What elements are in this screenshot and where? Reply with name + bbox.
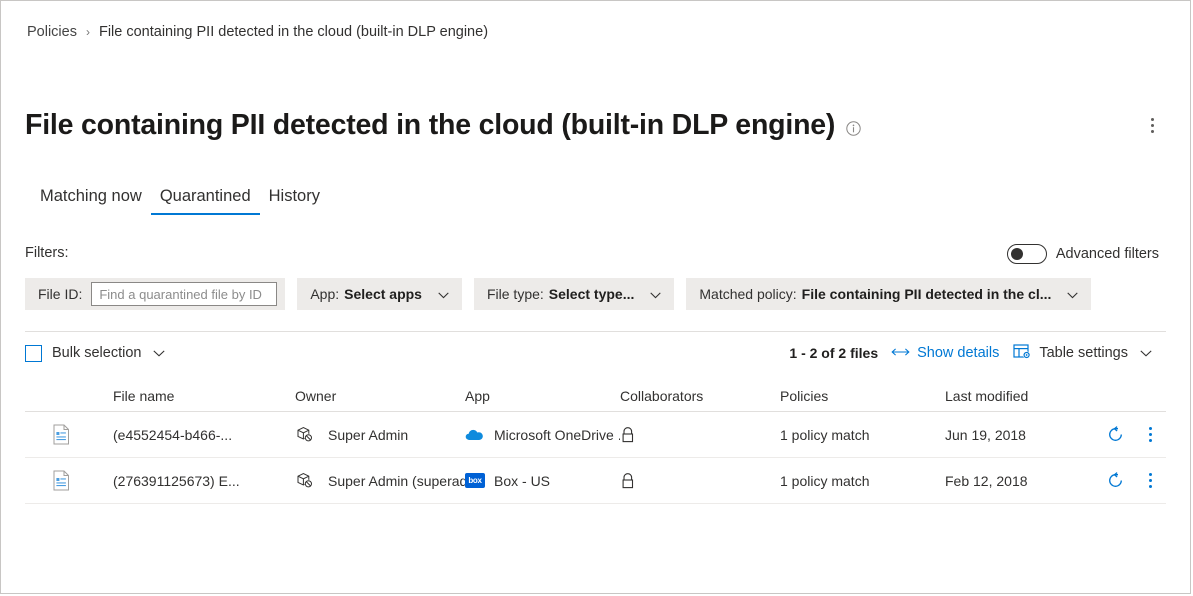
advanced-filters-toggle[interactable] [1007, 244, 1047, 264]
lock-icon [620, 426, 636, 444]
onedrive-cloud-icon [465, 425, 485, 445]
restore-icon[interactable] [1105, 425, 1125, 445]
table-toolbar: Bulk selection 1 - 2 of 2 files Show det… [25, 331, 1166, 374]
column-header-file-name: File name [91, 388, 295, 404]
toggle-knob [1011, 248, 1023, 260]
advanced-filters-control: Advanced filters [1007, 244, 1159, 264]
toolbar-right-group: 1 - 2 of 2 files Show details [789, 343, 1166, 364]
cell-policies: 1 policy match [780, 427, 945, 443]
owner-text: Super Admin [328, 427, 408, 443]
quarantined-files-page: Policies › File containing PII detected … [0, 0, 1191, 594]
file-type-filter-value: Select type... [549, 286, 635, 302]
filters-label: Filters: [25, 245, 69, 261]
cell-app: Microsoft OneDrive ... [465, 425, 620, 445]
filter-file-id: File ID: [25, 278, 285, 310]
cell-last-modified: Feb 12, 2018 [945, 473, 1105, 489]
tab-matching-now[interactable]: Matching now [31, 187, 151, 215]
lock-icon [620, 472, 636, 490]
file-name-text[interactable]: (276391125673) E... [113, 473, 240, 489]
column-header-policies: Policies [780, 388, 945, 404]
chevron-down-icon [438, 286, 449, 302]
cell-file-name: (276391125673) E... [91, 473, 295, 489]
cell-actions [1105, 471, 1173, 491]
matched-policy-filter-label: Matched policy: [699, 286, 796, 302]
bulk-selection-control[interactable]: Bulk selection [25, 344, 165, 362]
box-logo-mark: box [465, 473, 485, 488]
page-overflow-menu-icon[interactable] [1140, 114, 1164, 138]
column-header-last-modified: Last modified [945, 388, 1105, 404]
page-title: File containing PII detected in the clou… [25, 109, 835, 142]
cell-file-name: (e4552454-b466-... [91, 427, 295, 443]
file-type-filter-label: File type: [487, 286, 544, 302]
cell-last-modified: Jun 19, 2018 [945, 427, 1105, 443]
table-header-row: File name Owner App Collaborators Polici… [25, 380, 1166, 412]
breadcrumb-separator-icon: › [86, 26, 90, 38]
app-text: Microsoft OneDrive ... [494, 427, 620, 443]
quarantined-files-table: File name Owner App Collaborators Polici… [25, 380, 1166, 504]
column-header-collaborators: Collaborators [620, 388, 780, 404]
table-row[interactable]: (276391125673) E... Super Admin (superad… [25, 458, 1166, 504]
cell-collaborators [620, 426, 780, 444]
document-icon [25, 424, 91, 445]
breadcrumb-policies-link[interactable]: Policies [27, 24, 77, 40]
bulk-selection-label: Bulk selection [52, 345, 141, 361]
tab-history[interactable]: History [260, 187, 329, 215]
table-row[interactable]: (e4552454-b466-... Super Admin [25, 412, 1166, 458]
page-header: File containing PII detected in the clou… [25, 109, 1166, 142]
column-header-app: App [465, 388, 620, 404]
matched-policy-filter-value: File containing PII detected in the cl..… [802, 286, 1052, 302]
filter-bar: File ID: App: Select apps File type: Sel… [25, 278, 1091, 310]
file-count: 1 - 2 of 2 files [789, 345, 878, 361]
box-logo-icon: box [465, 471, 485, 491]
document-icon [25, 470, 91, 491]
bulk-selection-checkbox[interactable] [25, 345, 42, 362]
filter-matched-policy-dropdown[interactable]: Matched policy: File containing PII dete… [686, 278, 1091, 310]
table-gear-icon [1013, 343, 1032, 364]
column-header-owner: Owner [295, 388, 465, 404]
blocked-box-icon [295, 425, 314, 444]
show-details-label: Show details [917, 345, 999, 361]
filter-file-type-dropdown[interactable]: File type: Select type... [474, 278, 674, 310]
cell-collaborators [620, 472, 780, 490]
breadcrumb-current: File containing PII detected in the clou… [99, 24, 488, 40]
advanced-filters-label: Advanced filters [1056, 246, 1159, 262]
restore-icon[interactable] [1105, 471, 1125, 491]
info-circle-icon[interactable] [846, 121, 861, 136]
file-id-input[interactable] [91, 282, 277, 306]
chevron-down-icon [650, 286, 661, 302]
show-details-button[interactable]: Show details [891, 345, 999, 361]
owner-text: Super Admin (superadmi... [328, 473, 465, 489]
expand-horizontal-icon [891, 345, 910, 361]
chevron-down-icon [1140, 345, 1152, 361]
cell-owner: Super Admin (superadmi... [295, 471, 465, 490]
row-overflow-menu-icon[interactable] [1141, 471, 1159, 491]
app-filter-value: Select apps [344, 286, 422, 302]
chevron-down-icon [1067, 286, 1078, 302]
cell-actions [1105, 425, 1173, 445]
app-filter-label: App: [310, 286, 339, 302]
file-id-label: File ID: [38, 286, 82, 302]
app-text: Box - US [494, 473, 550, 489]
table-settings-button[interactable]: Table settings [1013, 343, 1152, 364]
file-name-text[interactable]: (e4552454-b466-... [113, 427, 232, 443]
chevron-down-icon[interactable] [153, 344, 165, 362]
cell-owner: Super Admin [295, 425, 465, 444]
row-overflow-menu-icon[interactable] [1141, 425, 1159, 445]
cell-policies: 1 policy match [780, 473, 945, 489]
tab-quarantined[interactable]: Quarantined [151, 187, 260, 215]
cell-app: box Box - US [465, 471, 620, 491]
breadcrumb: Policies › File containing PII detected … [27, 24, 488, 40]
tab-list: Matching now Quarantined History [31, 187, 329, 215]
filter-app-dropdown[interactable]: App: Select apps [297, 278, 462, 310]
table-settings-label: Table settings [1039, 345, 1128, 361]
blocked-box-icon [295, 471, 314, 490]
